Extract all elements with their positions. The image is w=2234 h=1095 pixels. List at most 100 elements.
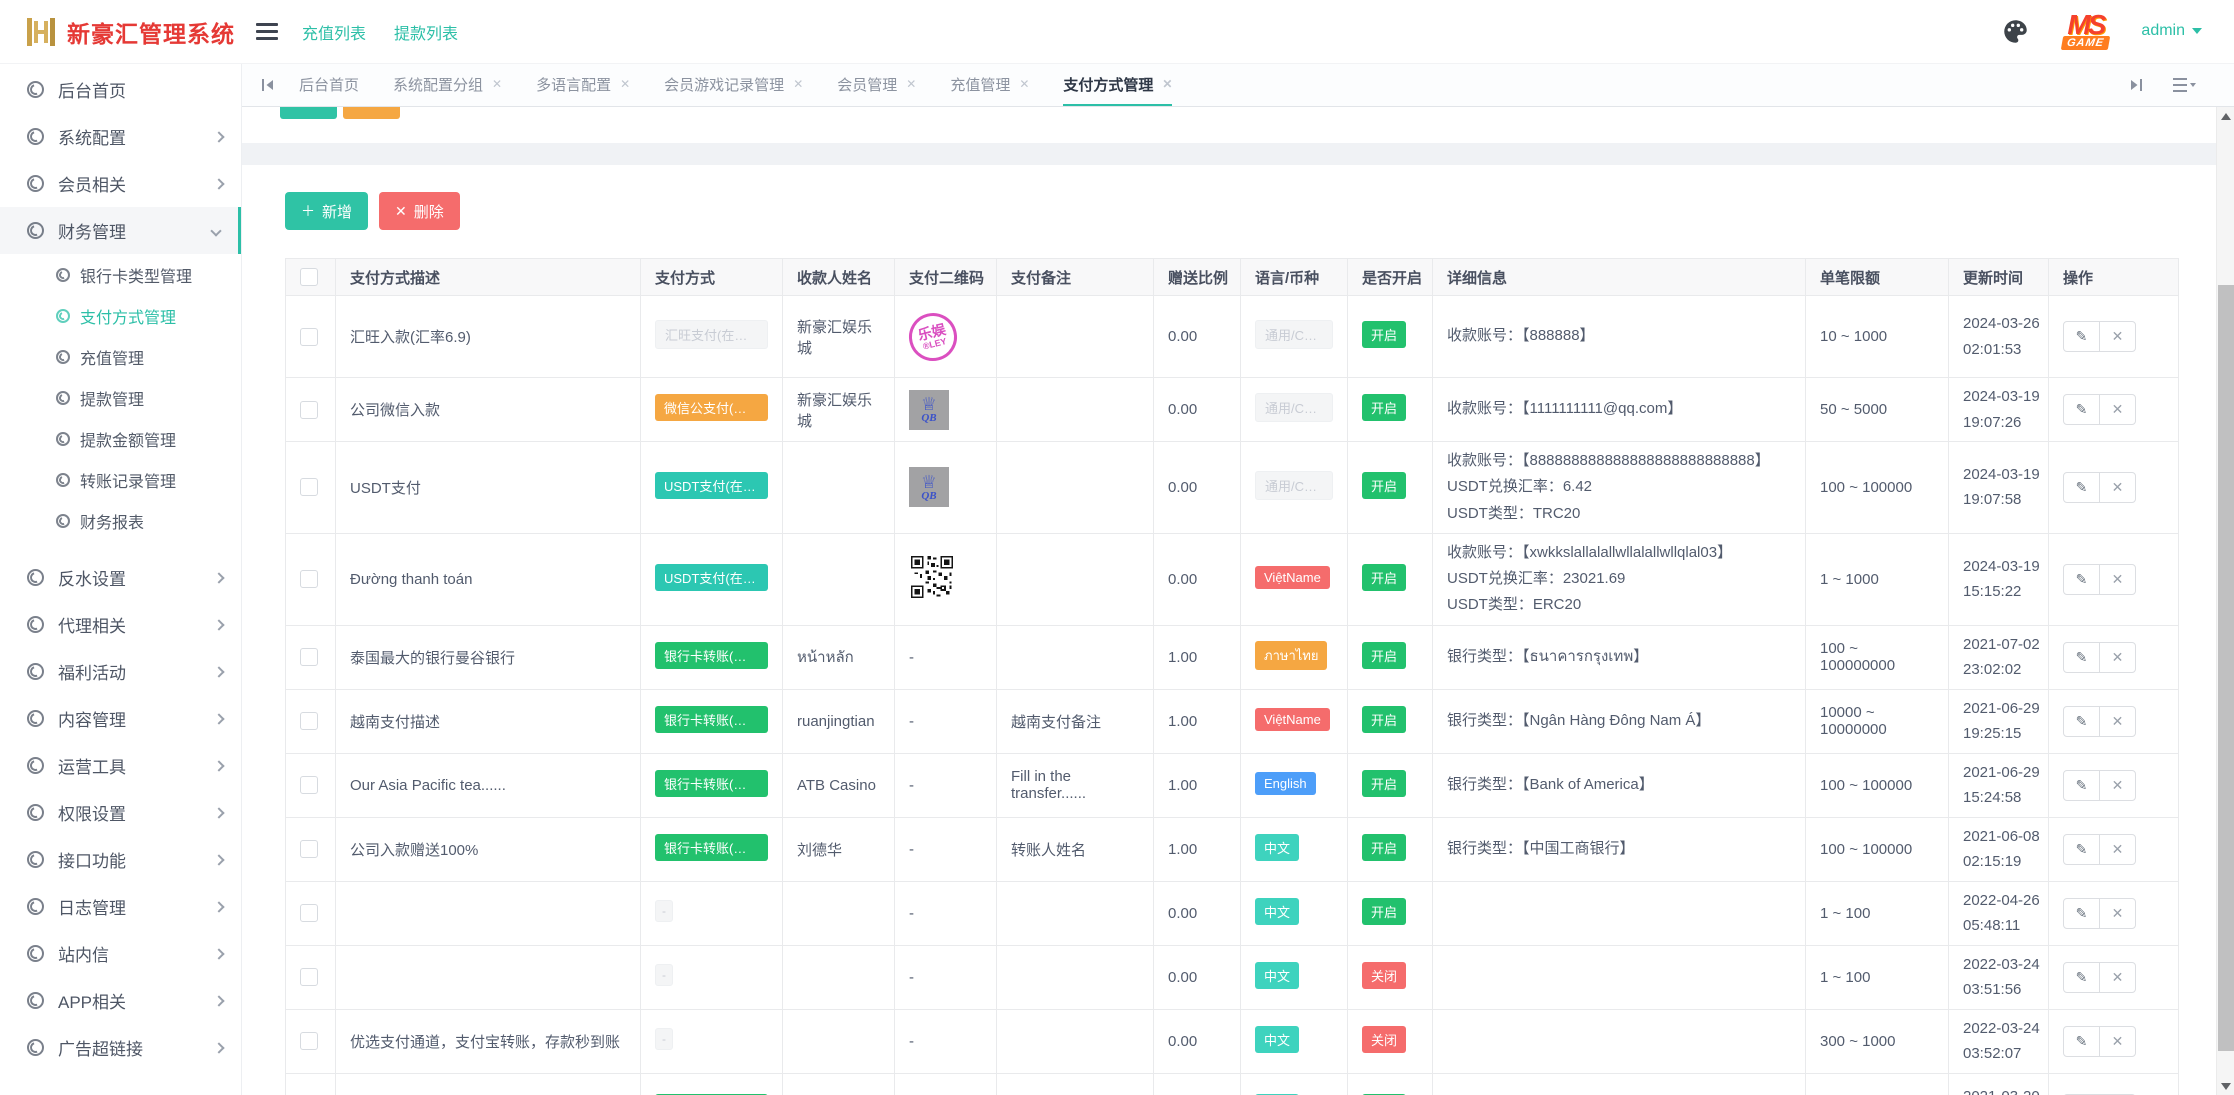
- tabs-scroll-left-icon[interactable]: [260, 77, 276, 93]
- delete-row-button[interactable]: ✕: [2099, 642, 2136, 673]
- delete-row-button[interactable]: ✕: [2099, 321, 2136, 352]
- sidebar-item-10[interactable]: 接口功能: [0, 836, 241, 883]
- row-checkbox[interactable]: [300, 1032, 318, 1050]
- sidebar-subitem-3-2[interactable]: 充值管理: [0, 336, 241, 377]
- sidebar-item-4[interactable]: 反水设置: [0, 554, 241, 601]
- edit-row-button[interactable]: ✎: [2063, 394, 2100, 425]
- top-link-withdraw-list[interactable]: 提款列表: [394, 20, 458, 44]
- sidebar-item-3[interactable]: 财务管理: [0, 207, 241, 254]
- row-checkbox[interactable]: [300, 904, 318, 922]
- sidebar-subitem-3-6[interactable]: 财务报表: [0, 500, 241, 541]
- row-checkbox[interactable]: [300, 401, 318, 419]
- open-tabs-bar: 后台首页系统配置分组✕ 多语言配置✕ 会员游戏记录管理✕ 会员管理✕ 充值管理✕ 支付方式…: [242, 64, 2234, 107]
- close-icon: ✕: [2112, 479, 2124, 496]
- edit-row-button[interactable]: ✎: [2063, 706, 2100, 737]
- select-all-checkbox[interactable]: [300, 268, 318, 286]
- tab-6[interactable]: 支付方式管理✕: [1063, 64, 1172, 106]
- sidebar-item-7[interactable]: 内容管理: [0, 695, 241, 742]
- tab-close-icon[interactable]: ✕: [1019, 77, 1029, 91]
- detail-line: USDT类型：ERC20: [1447, 592, 1791, 618]
- row-checkbox[interactable]: [300, 328, 318, 346]
- tab-close-icon[interactable]: ✕: [906, 77, 916, 91]
- sidebar-item-6[interactable]: 福利活动: [0, 648, 241, 695]
- detail-line: 收款账号：【888888】: [1447, 323, 1791, 349]
- row-checkbox[interactable]: [300, 968, 318, 986]
- delete-button[interactable]: ✕ 删除: [379, 192, 460, 230]
- delete-row-button[interactable]: ✕: [2099, 564, 2136, 595]
- delete-row-button[interactable]: ✕: [2099, 770, 2136, 801]
- cell-method: 银行卡转账(在线充值): [641, 753, 783, 817]
- tab-close-icon[interactable]: ✕: [1162, 77, 1172, 91]
- add-button[interactable]: ＋ 新增: [285, 192, 368, 230]
- sidebar-subitem-3-5[interactable]: 转账记录管理: [0, 459, 241, 500]
- sidebar-item-1[interactable]: 系统配置: [0, 113, 241, 160]
- brand-logo[interactable]: 新豪汇管理系统: [0, 15, 242, 49]
- clipped-orange-button[interactable]: [343, 107, 400, 119]
- tab-0[interactable]: 后台首页: [299, 64, 359, 106]
- edit-row-button[interactable]: ✎: [2063, 321, 2100, 352]
- sidebar-item-11[interactable]: 日志管理: [0, 883, 241, 930]
- cell-details: 收款账号：【1111111111@qq.com】: [1433, 378, 1806, 442]
- scrollbar-thumb[interactable]: [2218, 285, 2234, 1051]
- tabs-scroll-right-icon[interactable]: [2128, 77, 2144, 93]
- tab-4[interactable]: 会员管理✕: [837, 64, 916, 106]
- delete-row-button[interactable]: ✕: [2099, 898, 2136, 929]
- row-checkbox[interactable]: [300, 712, 318, 730]
- edit-row-button[interactable]: ✎: [2063, 642, 2100, 673]
- row-checkbox[interactable]: [300, 478, 318, 496]
- sidebar-item-9[interactable]: 权限设置: [0, 789, 241, 836]
- edit-row-button[interactable]: ✎: [2063, 472, 2100, 503]
- page-scrollbar[interactable]: [2216, 107, 2234, 1095]
- edit-row-button[interactable]: ✎: [2063, 1026, 2100, 1057]
- sidebar-subitem-3-0[interactable]: 银行卡类型管理: [0, 254, 241, 295]
- tab-2[interactable]: 多语言配置✕: [536, 64, 630, 106]
- delete-row-button[interactable]: ✕: [2099, 472, 2136, 503]
- sidebar-item-12[interactable]: 站内信: [0, 930, 241, 977]
- theme-palette-icon[interactable]: [2002, 18, 2029, 45]
- sidebar-collapse-icon[interactable]: [256, 23, 278, 40]
- cell-limit: 1 ~ 100: [1806, 945, 1949, 1009]
- tab-3[interactable]: 会员游戏记录管理✕: [664, 64, 803, 106]
- scroll-up-arrow-icon[interactable]: [2221, 113, 2231, 120]
- admin-menu[interactable]: admin: [2141, 22, 2202, 40]
- delete-button-label: 删除: [414, 201, 444, 222]
- edit-row-button[interactable]: ✎: [2063, 962, 2100, 993]
- sidebar-subitem-3-3[interactable]: 提款管理: [0, 377, 241, 418]
- sidebar-item-0[interactable]: 后台首页: [0, 66, 241, 113]
- sidebar-item-5[interactable]: 代理相关: [0, 601, 241, 648]
- delete-row-button[interactable]: ✕: [2099, 962, 2136, 993]
- delete-row-button[interactable]: ✕: [2099, 706, 2136, 737]
- sidebar-item-13[interactable]: APP相关: [0, 977, 241, 1024]
- delete-row-button[interactable]: ✕: [2099, 834, 2136, 865]
- sidebar-subitem-3-4[interactable]: 提款金额管理: [0, 418, 241, 459]
- delete-row-button[interactable]: ✕: [2099, 394, 2136, 425]
- cell-language: ViệtName: [1241, 533, 1348, 625]
- edit-row-button[interactable]: ✎: [2063, 564, 2100, 595]
- sidebar-item-14[interactable]: 广告超链接: [0, 1024, 241, 1071]
- tab-close-icon[interactable]: ✕: [793, 77, 803, 91]
- sidebar-subitem-3-1[interactable]: 支付方式管理: [0, 295, 241, 336]
- tab-close-icon[interactable]: ✕: [492, 77, 502, 91]
- cell-method: 银行卡转账(在线充值): [641, 1073, 783, 1095]
- cell-payee: 张三: [783, 1073, 895, 1095]
- row-checkbox[interactable]: [300, 776, 318, 794]
- scroll-down-arrow-icon[interactable]: [2221, 1083, 2231, 1090]
- tab-5[interactable]: 充值管理✕: [950, 64, 1029, 106]
- delete-row-button[interactable]: ✕: [2099, 1026, 2136, 1057]
- clipped-teal-button[interactable]: [280, 107, 337, 119]
- row-checkbox[interactable]: [300, 648, 318, 666]
- top-link-recharge-list[interactable]: 充值列表: [302, 20, 366, 44]
- tab-1[interactable]: 系统配置分组✕: [393, 64, 502, 106]
- row-checkbox[interactable]: [300, 570, 318, 588]
- sidebar-item-2[interactable]: 会员相关: [0, 160, 241, 207]
- row-checkbox[interactable]: [300, 840, 318, 858]
- edit-row-button[interactable]: ✎: [2063, 770, 2100, 801]
- sidebar-item-8[interactable]: 运营工具: [0, 742, 241, 789]
- updated-time: 2024-03-19 15:15:22: [1963, 554, 2049, 605]
- edit-row-button[interactable]: ✎: [2063, 898, 2100, 929]
- edit-row-button[interactable]: ✎: [2063, 834, 2100, 865]
- tabs-menu-icon[interactable]: [2172, 77, 2196, 93]
- cell-description: Our Asia Pacific tea......: [336, 753, 641, 817]
- tab-close-icon[interactable]: ✕: [620, 77, 630, 91]
- chevron-right-icon: [213, 1042, 224, 1053]
